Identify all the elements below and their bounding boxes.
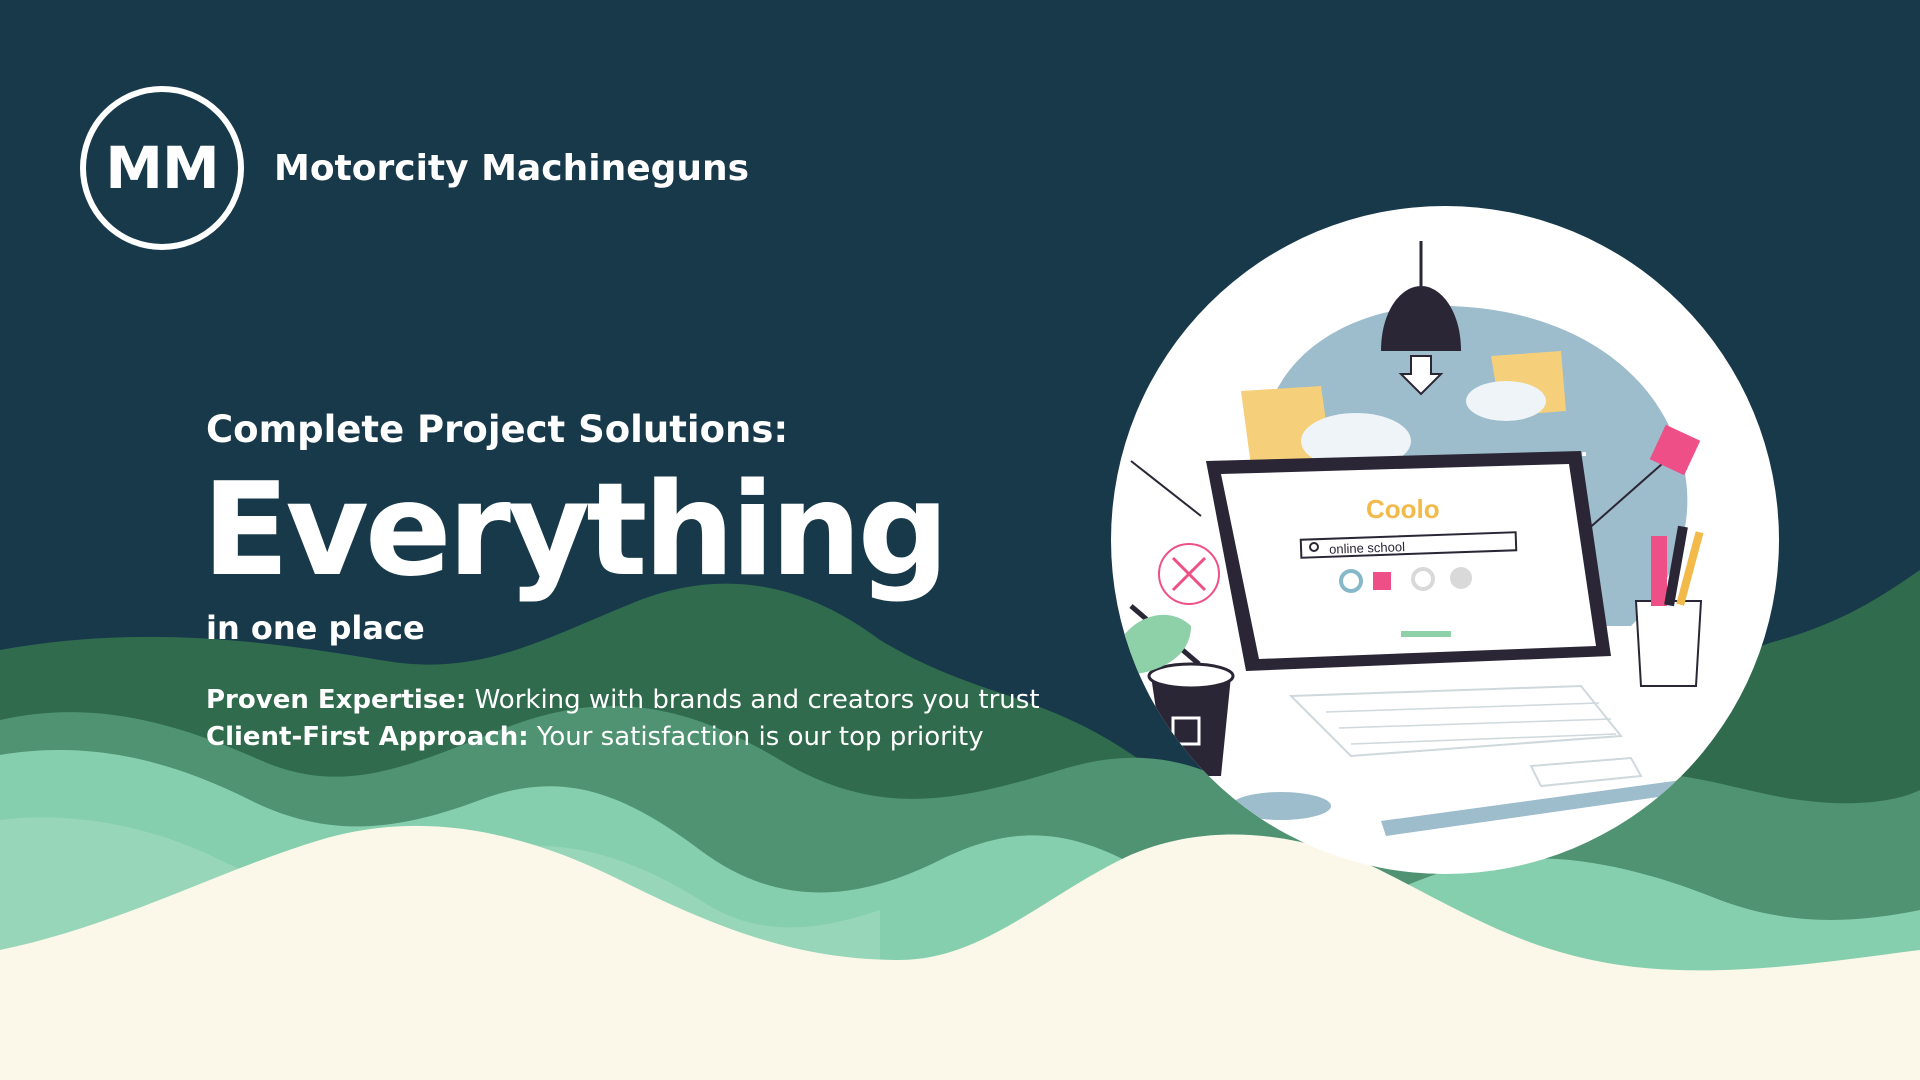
headline-block: Complete Project Solutions: Everything i… <box>202 408 949 647</box>
laptop-illustration: ... Coolo online school <box>1111 206 1779 874</box>
search-engine-logo: Coolo <box>1366 494 1440 524</box>
brand-logo: MM <box>80 86 244 250</box>
value-point-label: Client-First Approach: <box>206 722 529 752</box>
brand-header: MM Motorcity Machineguns <box>80 86 749 250</box>
value-points: Proven Expertise: Working with brands an… <box>206 682 1040 756</box>
value-point: Proven Expertise: Working with brands an… <box>206 682 1040 719</box>
brand-logo-text: MM <box>105 134 219 202</box>
value-point-text: Your satisfaction is our top priority <box>528 722 984 752</box>
headline-kicker: Complete Project Solutions: <box>206 408 789 451</box>
headline-subtitle: in one place <box>206 609 425 647</box>
cloud-icon <box>1466 381 1546 421</box>
value-point: Client-First Approach: Your satisfaction… <box>206 719 1040 756</box>
brand-name: Motorcity Machineguns <box>274 147 750 189</box>
value-point-label: Proven Expertise: <box>206 685 467 715</box>
headline-hero: Everything <box>202 456 949 605</box>
coffee-cup-icon <box>1151 676 1231 776</box>
value-point-text: Working with brands and creators you tru… <box>466 685 1040 715</box>
search-field-text: online school <box>1329 539 1405 557</box>
pen-holder-icon <box>1634 600 1703 687</box>
